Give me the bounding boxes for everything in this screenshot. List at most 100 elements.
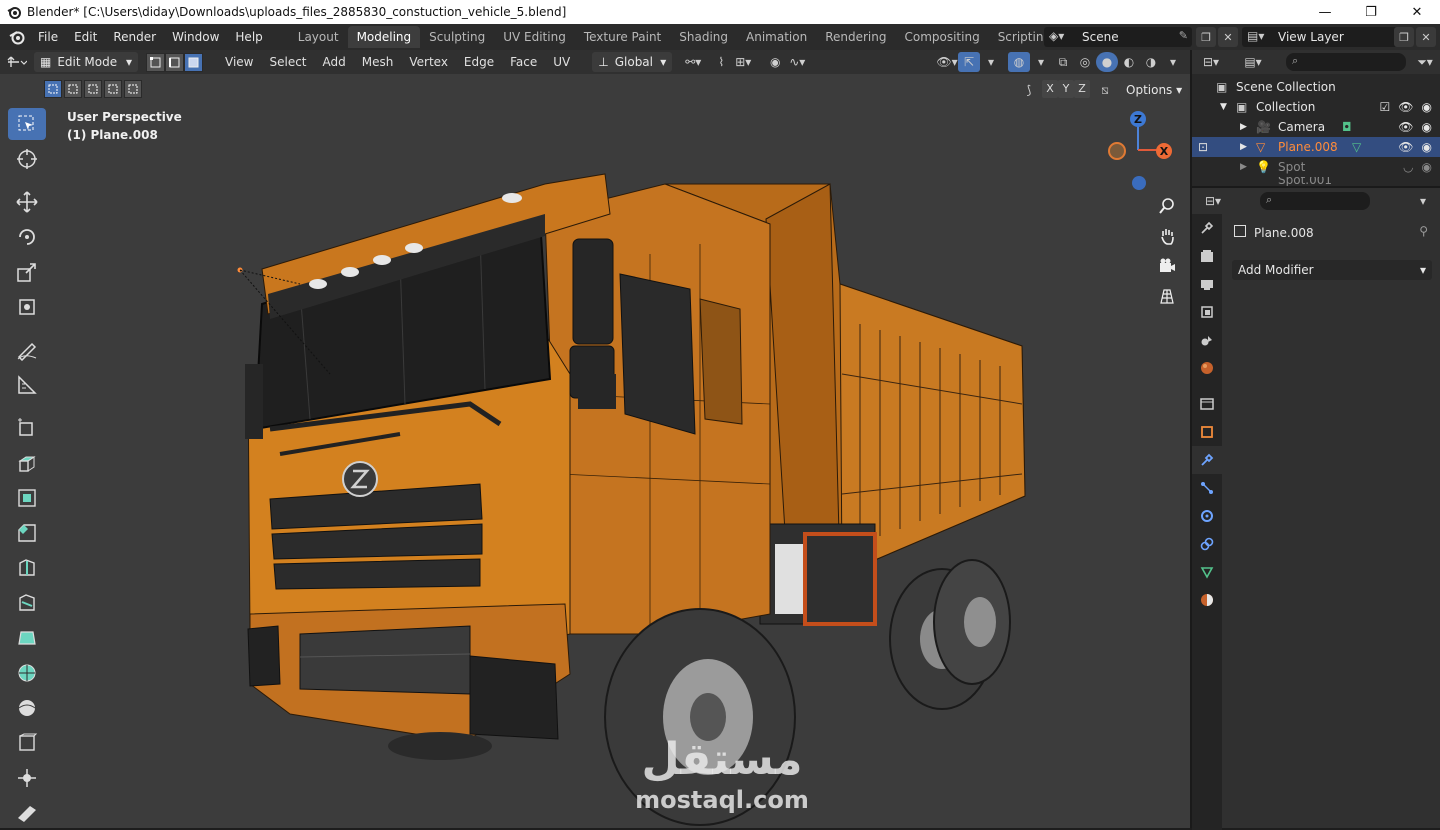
scene-selector[interactable]: ◈▾ Scene ✎ — [1044, 27, 1192, 47]
tab-sculpting[interactable]: Sculpting — [420, 26, 494, 48]
edit-mode-toggle-icon[interactable]: ⊡ — [1198, 140, 1208, 154]
new-view-layer-icon[interactable]: ❐ — [1394, 27, 1414, 47]
ortho-grid-icon[interactable] — [1155, 284, 1179, 308]
delete-view-layer-icon[interactable]: ✕ — [1416, 27, 1436, 47]
tab-animation[interactable]: Animation — [737, 26, 816, 48]
menu-vertex[interactable]: Vertex — [401, 55, 456, 69]
menu-render[interactable]: Render — [105, 24, 164, 50]
editor-type-icon[interactable] — [6, 52, 28, 72]
view-layer-properties-icon[interactable] — [1192, 298, 1222, 326]
eye-icon[interactable]: 👁 — [1398, 140, 1413, 154]
eye-closed-icon[interactable]: ◡ — [1403, 160, 1413, 174]
minimize-button[interactable]: — — [1302, 0, 1348, 24]
eye-icon[interactable]: 👁 — [1398, 120, 1413, 134]
eye-icon[interactable]: 👁 — [1398, 100, 1413, 114]
overlay-dropdown-icon[interactable]: ▾ — [1030, 52, 1052, 72]
material-properties-icon[interactable] — [1192, 586, 1222, 614]
mirror-x-toggle[interactable]: X — [1042, 80, 1058, 98]
pin-icon[interactable]: ⚲ — [1419, 224, 1428, 238]
blender-menu-icon[interactable] — [4, 24, 30, 50]
shading-dropdown-icon[interactable]: ▾ — [1162, 52, 1184, 72]
outliner-item-camera[interactable]: ▶ 🎥 Camera ◘ 👁 ◉ — [1192, 117, 1440, 137]
tab-compositing[interactable]: Compositing — [895, 26, 988, 48]
xray-toggle-icon[interactable]: ⧉ — [1052, 52, 1074, 72]
outliner-scene-collection[interactable]: ▣ Scene Collection — [1192, 77, 1440, 97]
axis-navigation-gizmo[interactable]: Z X — [1100, 108, 1180, 198]
overlay-toggle-icon[interactable]: ◍ — [1008, 52, 1030, 72]
proportional-edit-icon[interactable]: ◉ — [764, 52, 786, 72]
properties-editor-type-icon[interactable]: ⊟▾ — [1202, 191, 1224, 211]
menu-help[interactable]: Help — [227, 24, 270, 50]
menu-edit[interactable]: Edit — [66, 24, 105, 50]
menu-select[interactable]: Select — [261, 55, 314, 69]
pin-icon[interactable]: ✎ — [1179, 29, 1188, 42]
world-properties-icon[interactable] — [1192, 354, 1222, 382]
output-properties-icon[interactable] — [1192, 270, 1222, 298]
material-shading-icon[interactable]: ◐ — [1118, 52, 1140, 72]
properties-search-input[interactable]: ⌕ — [1260, 192, 1370, 210]
transform-orientation-dropdown[interactable]: ⊥ Global ▾ — [592, 52, 673, 72]
collection-properties-icon[interactable] — [1192, 390, 1222, 418]
mirror-z-toggle[interactable]: Z — [1074, 80, 1090, 98]
visibility-toggle-icon[interactable]: 👁▾ — [936, 52, 958, 72]
menu-add[interactable]: Add — [315, 55, 354, 69]
expand-arrow-icon[interactable]: ▶ — [1240, 142, 1247, 152]
gizmo-dropdown-icon[interactable]: ▾ — [980, 52, 1002, 72]
outliner-editor-type-icon[interactable]: ⊟▾ — [1200, 52, 1222, 72]
outliner-item-spot-001[interactable]: Spot.001 — [1192, 177, 1440, 186]
tab-modeling[interactable]: Modeling — [347, 26, 421, 48]
display-mode-icon[interactable]: ▤▾ — [1242, 52, 1264, 72]
close-button[interactable]: ✕ — [1394, 0, 1440, 24]
camera-view-icon[interactable] — [1155, 254, 1179, 278]
camera-render-icon[interactable]: ◉ — [1422, 100, 1432, 114]
tab-uv-editing[interactable]: UV Editing — [494, 26, 575, 48]
pivot-point-icon[interactable]: ⚯▾ — [682, 52, 704, 72]
add-modifier-dropdown[interactable]: Add Modifier ▾ — [1232, 260, 1432, 280]
view-layer-selector[interactable]: ▤▾ View Layer — [1242, 27, 1414, 47]
expand-arrow-icon[interactable]: ▶ — [1240, 122, 1247, 132]
zoom-icon[interactable] — [1155, 194, 1179, 218]
menu-file[interactable]: File — [30, 24, 66, 50]
menu-window[interactable]: Window — [164, 24, 227, 50]
filter-icon[interactable]: ⏷▾ — [1414, 52, 1436, 72]
new-scene-icon[interactable]: ❐ — [1196, 27, 1216, 47]
tool-properties-icon[interactable] — [1192, 214, 1222, 242]
physics-properties-icon[interactable] — [1192, 502, 1222, 530]
vertex-select-icon[interactable] — [146, 52, 165, 72]
outliner-item-spot[interactable]: ▶ 💡 Spot ◡ ◉ — [1192, 157, 1440, 177]
checkbox-icon[interactable]: ☑ — [1380, 100, 1391, 114]
auto-merge-icon[interactable]: ⧅ — [1094, 80, 1116, 100]
properties-options-icon[interactable]: ▾ — [1412, 191, 1434, 211]
falloff-icon[interactable]: ∿▾ — [786, 52, 808, 72]
particle-properties-icon[interactable] — [1192, 474, 1222, 502]
menu-face[interactable]: Face — [502, 55, 545, 69]
mode-dropdown[interactable]: ▦ Edit Mode ▾ — [34, 52, 138, 72]
tab-shading[interactable]: Shading — [670, 26, 737, 48]
object-properties-icon[interactable] — [1192, 418, 1222, 446]
snap-icon[interactable]: ⌇ — [710, 52, 732, 72]
edge-select-icon[interactable] — [165, 52, 184, 72]
menu-mesh[interactable]: Mesh — [354, 55, 402, 69]
menu-edge[interactable]: Edge — [456, 55, 502, 69]
maximize-button[interactable]: ❐ — [1348, 0, 1394, 24]
options-dropdown[interactable]: Options ▾ — [1120, 80, 1189, 100]
expand-arrow-icon[interactable]: ▼ — [1220, 102, 1227, 112]
render-properties-icon[interactable] — [1192, 242, 1222, 270]
pan-hand-icon[interactable] — [1155, 224, 1179, 248]
gizmo-toggle-icon[interactable]: ⇱ — [958, 52, 980, 72]
menu-view[interactable]: View — [217, 55, 261, 69]
mirror-axes-icon[interactable]: ⟆ — [1018, 80, 1040, 100]
wireframe-shading-icon[interactable]: ◎ — [1074, 52, 1096, 72]
expand-arrow-icon[interactable]: ▶ — [1240, 162, 1247, 172]
tab-texture-paint[interactable]: Texture Paint — [575, 26, 670, 48]
solid-shading-icon[interactable]: ● — [1096, 52, 1118, 72]
outliner-item-plane[interactable]: ⊡ ▶ ▽ Plane.008 ▽ 👁 ◉ — [1192, 137, 1440, 157]
camera-render-icon[interactable]: ◉ — [1422, 160, 1432, 174]
tab-layout[interactable]: Layout — [289, 26, 348, 48]
truck-model-render[interactable] — [0, 74, 1190, 828]
tab-rendering[interactable]: Rendering — [816, 26, 895, 48]
outliner-collection[interactable]: ▼ ▣ Collection ☑ 👁 ◉ — [1192, 97, 1440, 117]
scene-properties-icon[interactable] — [1192, 326, 1222, 354]
camera-render-icon[interactable]: ◉ — [1422, 120, 1432, 134]
3d-viewport[interactable]: User Perspective (1) Plane.008 Z X ⟆ X Y… — [0, 74, 1190, 828]
